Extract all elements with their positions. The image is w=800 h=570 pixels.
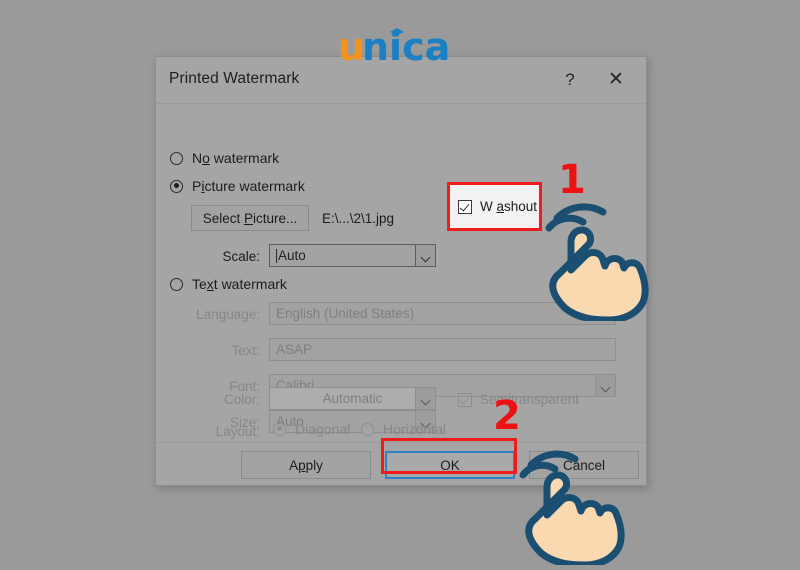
radio-no-watermark-label: No watermark [192,150,280,166]
size-value: Auto [276,414,304,429]
annotation-box-ok [381,438,517,474]
hand-cursor-icon-2 [505,447,640,569]
size-combobox[interactable]: Auto [269,410,436,433]
scale-combobox[interactable]: Auto [269,244,436,267]
scale-value: Auto [278,248,306,263]
logo-text-nica: nica [362,26,450,68]
close-icon[interactable]: ✕ [602,67,630,93]
font-value: Calibri [276,378,315,393]
apply-button[interactable]: Apply [241,451,371,479]
select-picture-button-label: Select Picture... [202,210,298,226]
size-dropdown-arrow-icon[interactable] [415,411,435,432]
text-value: ASAP [276,342,313,357]
dialog-title: Printed Watermark [169,70,300,87]
text-label: Text: [231,343,260,358]
radio-picture-watermark-label: Picture watermark [192,178,305,194]
text-input[interactable]: ASAP [269,338,616,361]
size-label: Size: [229,415,260,430]
scale-label: Scale: [222,249,260,264]
radio-no-watermark-indicator[interactable] [170,151,183,165]
unica-logo: u nica [338,25,468,69]
font-dropdown-arrow-icon[interactable] [595,375,615,396]
apply-button-label: Apply [289,457,323,473]
annotation-number-1: 1 [558,157,586,203]
hand-cursor-icon-1 [527,196,662,324]
scale-dropdown-arrow-icon[interactable] [415,245,435,266]
font-label: Font: [229,379,260,394]
radio-picture-watermark[interactable]: Picture watermark [170,178,305,194]
language-value: English (United States) [276,306,415,321]
radio-text-watermark-indicator[interactable] [170,277,183,291]
radio-no-watermark[interactable]: No watermark [170,150,279,166]
select-picture-button[interactable]: Select Picture... [191,205,309,231]
logo-text-u: u [338,26,365,68]
text-caret [276,249,277,263]
annotation-number-2: 2 [493,393,521,439]
selected-file-path: E:\...\2\1.jpg [322,211,395,226]
radio-text-watermark[interactable]: Text watermark [170,276,287,292]
language-label: Language: [196,307,260,322]
help-icon[interactable]: ? [556,67,584,93]
radio-picture-watermark-indicator[interactable] [170,179,183,193]
font-combobox[interactable]: Calibri [269,374,616,397]
radio-text-watermark-label: Text watermark [192,276,287,292]
